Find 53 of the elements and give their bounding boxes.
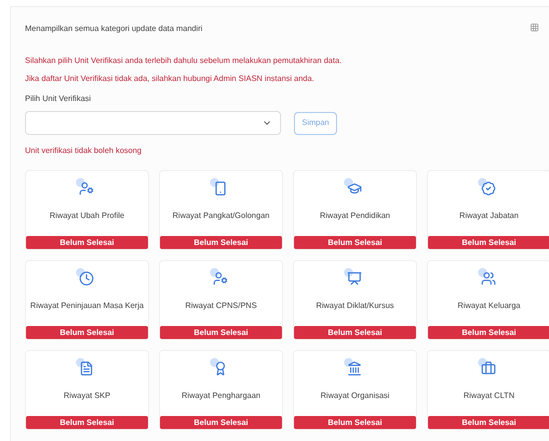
category-card[interactable]: Riwayat Ubah Profile Belum Selesai bbox=[25, 170, 149, 250]
category-card[interactable]: Riwayat Pangkat/Golongan Belum Selesai bbox=[159, 170, 283, 250]
category-card[interactable]: Riwayat Jabatan Belum Selesai bbox=[427, 170, 549, 250]
status-bar: Belum Selesai bbox=[26, 416, 148, 429]
presentation-board-icon bbox=[347, 271, 362, 286]
category-card[interactable]: Riwayat Diklat/Kursus Belum Selesai bbox=[293, 260, 417, 340]
status-bar: Belum Selesai bbox=[160, 236, 282, 249]
field-label: Pilih Unit Verifikasi bbox=[25, 93, 92, 105]
award-ribbon-icon bbox=[213, 361, 228, 376]
section-title: Menampilkan semua kategori update data mandiri bbox=[25, 23, 202, 35]
status-bar: Belum Selesai bbox=[428, 236, 549, 249]
category-title: Riwayat Pangkat/Golongan bbox=[172, 210, 270, 222]
category-card[interactable]: Riwayat Penghargaan Belum Selesai bbox=[159, 350, 283, 430]
category-card[interactable]: Riwayat Pendidikan Belum Selesai bbox=[293, 170, 417, 250]
category-title: Riwayat SKP bbox=[64, 390, 110, 402]
category-card[interactable]: Riwayat SKP Belum Selesai bbox=[25, 350, 149, 430]
status-bar: Belum Selesai bbox=[160, 326, 282, 339]
status-bar: Belum Selesai bbox=[294, 236, 416, 249]
status-bar: Belum Selesai bbox=[294, 416, 416, 429]
notice-text: Silahkan pilih Unit Verifikasi anda terlebih dahulu sebelum melakukan pemutakhiran data. bbox=[25, 56, 343, 66]
clock-icon bbox=[79, 271, 94, 286]
grid-menu-icon[interactable] bbox=[530, 23, 539, 32]
category-card[interactable]: Riwayat Keluarga Belum Selesai bbox=[427, 260, 549, 340]
category-card[interactable]: Riwayat CPNS/PNS Belum Selesai bbox=[159, 260, 283, 340]
category-title: Riwayat Peninjauan Masa Kerja bbox=[30, 300, 144, 312]
status-bar: Belum Selesai bbox=[26, 236, 148, 249]
category-title: Riwayat CPNS/PNS bbox=[185, 300, 257, 312]
building-icon bbox=[347, 361, 362, 376]
category-title: Riwayat CLTN bbox=[464, 390, 514, 402]
category-card[interactable]: Riwayat CLTN Belum Selesai bbox=[427, 350, 549, 430]
category-title: Riwayat Jabatan bbox=[459, 210, 519, 222]
user-gear-icon bbox=[213, 271, 228, 286]
status-bar: Belum Selesai bbox=[26, 326, 148, 339]
category-title: Riwayat Ubah Profile bbox=[50, 210, 124, 222]
category-title: Riwayat Pendidikan bbox=[320, 210, 390, 222]
category-title: Riwayat Keluarga bbox=[458, 300, 520, 312]
document-icon bbox=[79, 361, 94, 376]
status-bar: Belum Selesai bbox=[294, 326, 416, 339]
category-card[interactable]: Riwayat Peninjauan Masa Kerja Belum Selesai bbox=[25, 260, 149, 340]
briefcase-icon bbox=[481, 361, 496, 376]
graduation-cap-icon bbox=[347, 181, 362, 196]
status-bar: Belum Selesai bbox=[428, 326, 549, 339]
category-card[interactable]: Riwayat Organisasi Belum Selesai bbox=[293, 350, 417, 430]
user-gear-icon bbox=[79, 181, 94, 196]
notice-text: Jika daftar Unit Verifikasi tidak ada, silahkan hubungi Admin SIASN instansi anda. bbox=[25, 74, 316, 84]
status-bar: Belum Selesai bbox=[160, 416, 282, 429]
category-title: Riwayat Diklat/Kursus bbox=[316, 300, 394, 312]
error-text: Unit verifikasi tidak boleh kosong bbox=[25, 145, 143, 157]
category-title: Riwayat Penghargaan bbox=[182, 390, 260, 402]
status-bar: Belum Selesai bbox=[428, 416, 549, 429]
category-title: Riwayat Organisasi bbox=[320, 390, 390, 402]
users-icon bbox=[481, 271, 496, 286]
phone-card-icon bbox=[213, 181, 228, 196]
